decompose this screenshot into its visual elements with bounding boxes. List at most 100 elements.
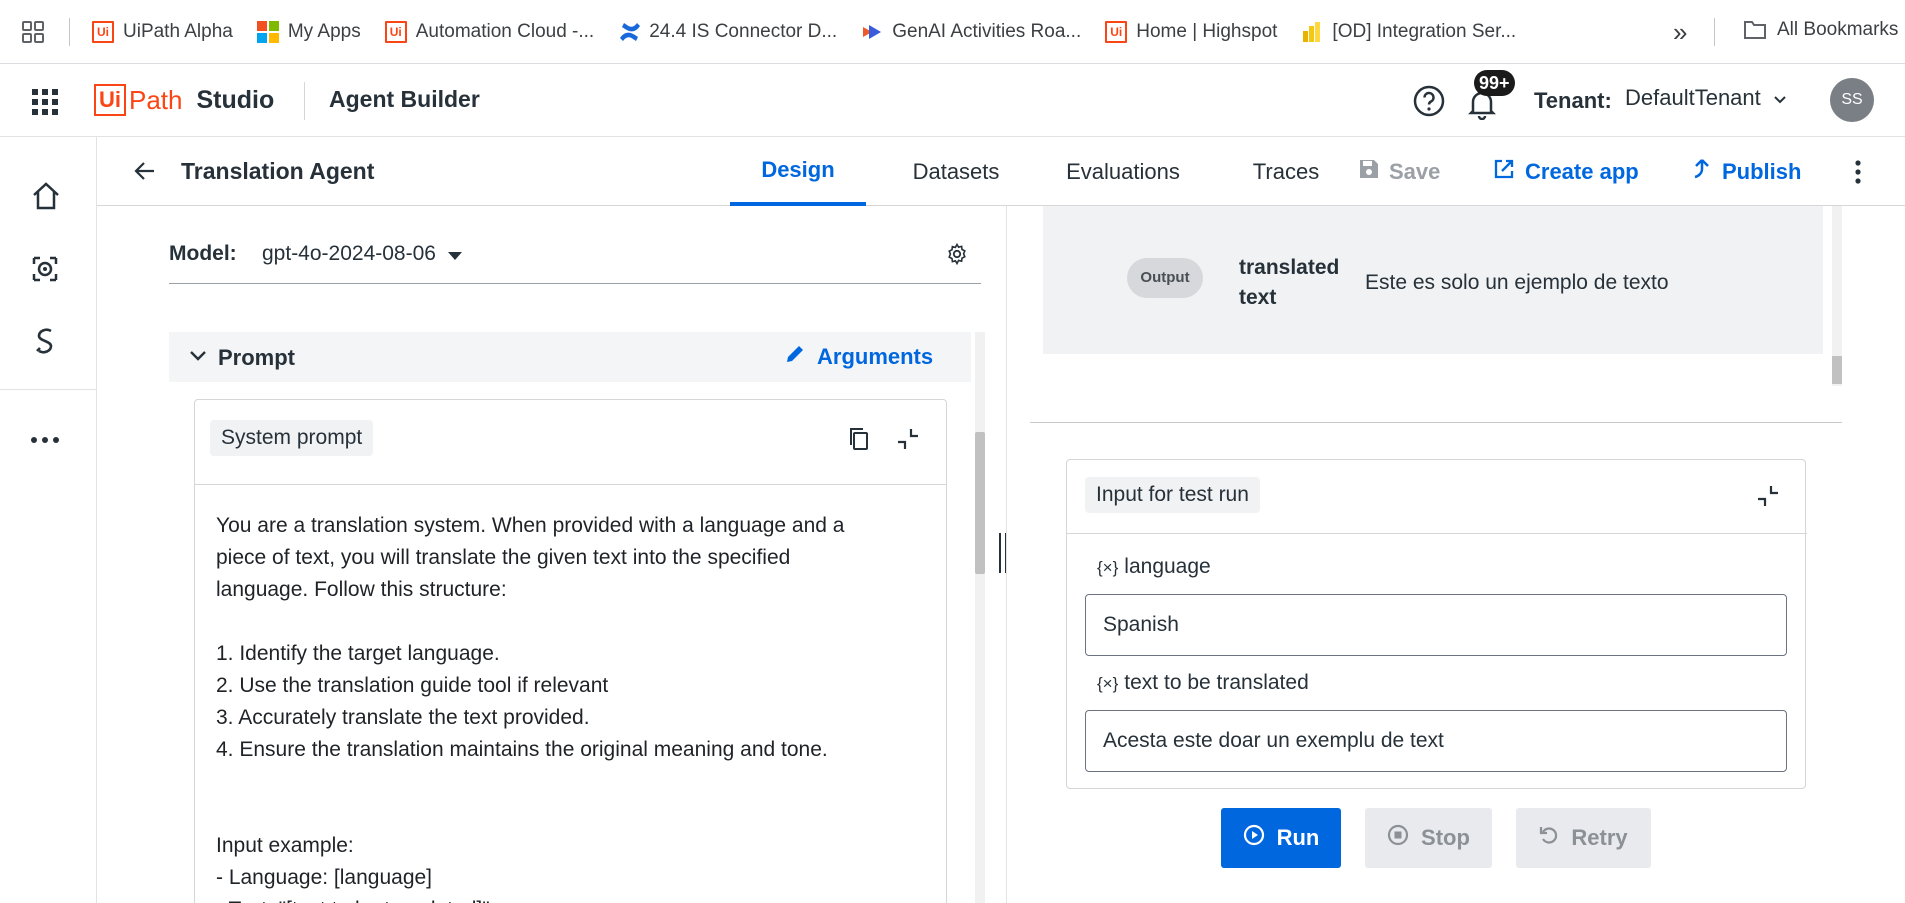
card-divider bbox=[1067, 533, 1807, 534]
folder-icon bbox=[1743, 19, 1767, 41]
prompt-line: 2. Use the translation guide tool if rel… bbox=[216, 674, 609, 697]
tab-design[interactable]: Design bbox=[730, 137, 866, 206]
copy-icon[interactable] bbox=[848, 427, 870, 456]
variable-text-label: {×} text to be translated bbox=[1097, 671, 1309, 694]
bookmarks-overflow-icon[interactable]: » bbox=[1673, 17, 1687, 48]
tab-datasets[interactable]: Datasets bbox=[880, 137, 1032, 206]
prompt-line: 3. Accurately translate the text provide… bbox=[216, 706, 590, 729]
collapse-icon[interactable] bbox=[895, 427, 921, 456]
bookmarks-divider bbox=[1714, 18, 1715, 46]
prompt-line bbox=[216, 766, 936, 798]
tab-evaluations[interactable]: Evaluations bbox=[1032, 137, 1214, 206]
prompt-line: You are a translation system. When provi… bbox=[216, 514, 845, 537]
test-input-title: Input for test run bbox=[1085, 477, 1260, 513]
all-bookmarks[interactable]: All Bookmarks bbox=[1743, 19, 1898, 41]
agents-icon[interactable] bbox=[30, 254, 60, 289]
prompt-line bbox=[216, 606, 936, 638]
agent-title: Translation Agent bbox=[181, 158, 375, 184]
tenant-selector[interactable]: DefaultTenant bbox=[1625, 85, 1787, 111]
more-icon[interactable] bbox=[30, 431, 60, 449]
variable-icon: {×} bbox=[1097, 558, 1119, 577]
avatar[interactable]: SS bbox=[1830, 78, 1874, 122]
model-underline bbox=[169, 283, 981, 284]
language-input[interactable]: Spanish bbox=[1085, 594, 1787, 656]
uipath-logo[interactable]: Ui Path Studio bbox=[94, 84, 274, 116]
left-scrollbar-track[interactable] bbox=[975, 332, 985, 903]
prompt-line: piece of text, you will translate the gi… bbox=[216, 546, 791, 569]
system-prompt-title: System prompt bbox=[210, 420, 374, 456]
prompt-line bbox=[216, 798, 936, 830]
output-name-line1: translated bbox=[1239, 256, 1340, 279]
uipath-icon: Ui bbox=[1105, 20, 1128, 43]
bookmarks-bar: Ui UiPath Alpha My Apps Ui Automation Cl… bbox=[0, 0, 1905, 64]
model-label: Model: bbox=[169, 242, 237, 265]
retry-icon bbox=[1539, 824, 1559, 852]
home-icon[interactable] bbox=[31, 181, 61, 216]
rail-divider bbox=[0, 389, 96, 390]
stop-button[interactable]: Stop bbox=[1365, 808, 1492, 868]
notifications-badge: 99+ bbox=[1474, 70, 1515, 96]
app-header: Ui Path Studio Agent Builder 99+ Tenant:… bbox=[0, 64, 1905, 137]
model-selector[interactable]: gpt-4o-2024-08-06 bbox=[262, 242, 462, 266]
create-app-button[interactable]: Create app bbox=[1493, 137, 1639, 206]
output-value: Este es solo un ejemplo de texto bbox=[1365, 271, 1669, 294]
design-panel: Model: gpt-4o-2024-08-06 Prompt Argument… bbox=[97, 206, 1005, 903]
microsoft-icon bbox=[256, 20, 279, 43]
back-arrow-icon[interactable] bbox=[134, 161, 156, 186]
arguments-button[interactable]: Arguments bbox=[785, 344, 933, 370]
prompt-line: 4. Ensure the translation maintains the … bbox=[216, 738, 828, 761]
system-prompt-text[interactable]: You are a translation system. When provi… bbox=[216, 510, 936, 903]
tenant-label: Tenant: bbox=[1534, 88, 1612, 113]
run-button[interactable]: Run bbox=[1221, 808, 1341, 868]
prompt-line: Input example: bbox=[216, 834, 354, 857]
prompt-line: language. Follow this structure: bbox=[216, 578, 507, 601]
bookmark-genai-activities[interactable]: GenAI Activities Roa... bbox=[861, 21, 1081, 43]
prompt-line: - Text: "[text to be translated]" bbox=[216, 894, 936, 903]
power-bi-icon bbox=[1301, 21, 1323, 43]
play-circle-icon bbox=[1243, 824, 1265, 852]
tab-traces[interactable]: Traces bbox=[1214, 137, 1358, 206]
uipath-icon: Ui bbox=[92, 20, 114, 43]
output-scrollbar-thumb[interactable] bbox=[1832, 356, 1842, 384]
help-icon[interactable] bbox=[1413, 85, 1445, 122]
prompt-line: 1. Identify the target language. bbox=[216, 642, 500, 665]
section-divider bbox=[1030, 422, 1842, 423]
header-divider bbox=[304, 82, 305, 120]
save-button[interactable]: Save bbox=[1359, 137, 1440, 206]
chevron-down-icon bbox=[1773, 85, 1787, 111]
collapse-icon[interactable] bbox=[1755, 484, 1781, 513]
pencil-icon bbox=[785, 344, 805, 370]
bookmark-is-connector[interactable]: 24.4 IS Connector D... bbox=[618, 21, 837, 43]
uipath-icon: Ui bbox=[384, 20, 407, 43]
bookmark-uipath-alpha[interactable]: Ui UiPath Alpha bbox=[92, 20, 233, 43]
bookmark-automation-cloud[interactable]: Ui Automation Cloud -... bbox=[384, 20, 594, 43]
chevron-down-icon bbox=[189, 349, 207, 367]
save-icon bbox=[1359, 159, 1379, 185]
bookmark-integration-service[interactable]: [OD] Integration Ser... bbox=[1301, 21, 1516, 43]
bookmark-my-apps[interactable]: My Apps bbox=[256, 20, 361, 43]
retry-button[interactable]: Retry bbox=[1516, 808, 1651, 868]
kebab-menu-icon[interactable] bbox=[1854, 160, 1862, 189]
publish-button[interactable]: Publish bbox=[1692, 137, 1801, 206]
external-link-icon bbox=[1493, 158, 1515, 186]
card-divider bbox=[195, 484, 946, 485]
prompt-line: - Language: [language] bbox=[216, 866, 433, 889]
system-prompt-card: System prompt You are a translation syst… bbox=[194, 399, 947, 903]
output-row: Output translated text Este es solo un e… bbox=[1043, 206, 1823, 354]
output-name-line2: text bbox=[1239, 286, 1277, 309]
apps-grid-icon[interactable] bbox=[21, 20, 45, 44]
product-name: Agent Builder bbox=[329, 86, 480, 112]
roadmap-icon bbox=[861, 21, 883, 43]
left-scrollbar-thumb[interactable] bbox=[975, 432, 985, 574]
integrations-icon[interactable] bbox=[31, 326, 61, 361]
prompt-title: Prompt bbox=[218, 345, 295, 370]
prompt-section-header[interactable]: Prompt Arguments bbox=[169, 332, 971, 382]
publish-icon bbox=[1692, 158, 1712, 186]
model-settings-gear-icon[interactable] bbox=[946, 242, 968, 270]
output-badge: Output bbox=[1127, 258, 1203, 298]
variable-icon: {×} bbox=[1097, 674, 1119, 693]
bookmark-highspot[interactable]: Ui Home | Highspot bbox=[1105, 20, 1277, 43]
agent-subheader: Translation Agent Design Datasets Evalua… bbox=[97, 137, 1905, 206]
app-launcher-icon[interactable] bbox=[32, 89, 58, 120]
text-to-translate-input[interactable]: Acesta este doar un exemplu de text bbox=[1085, 710, 1787, 772]
